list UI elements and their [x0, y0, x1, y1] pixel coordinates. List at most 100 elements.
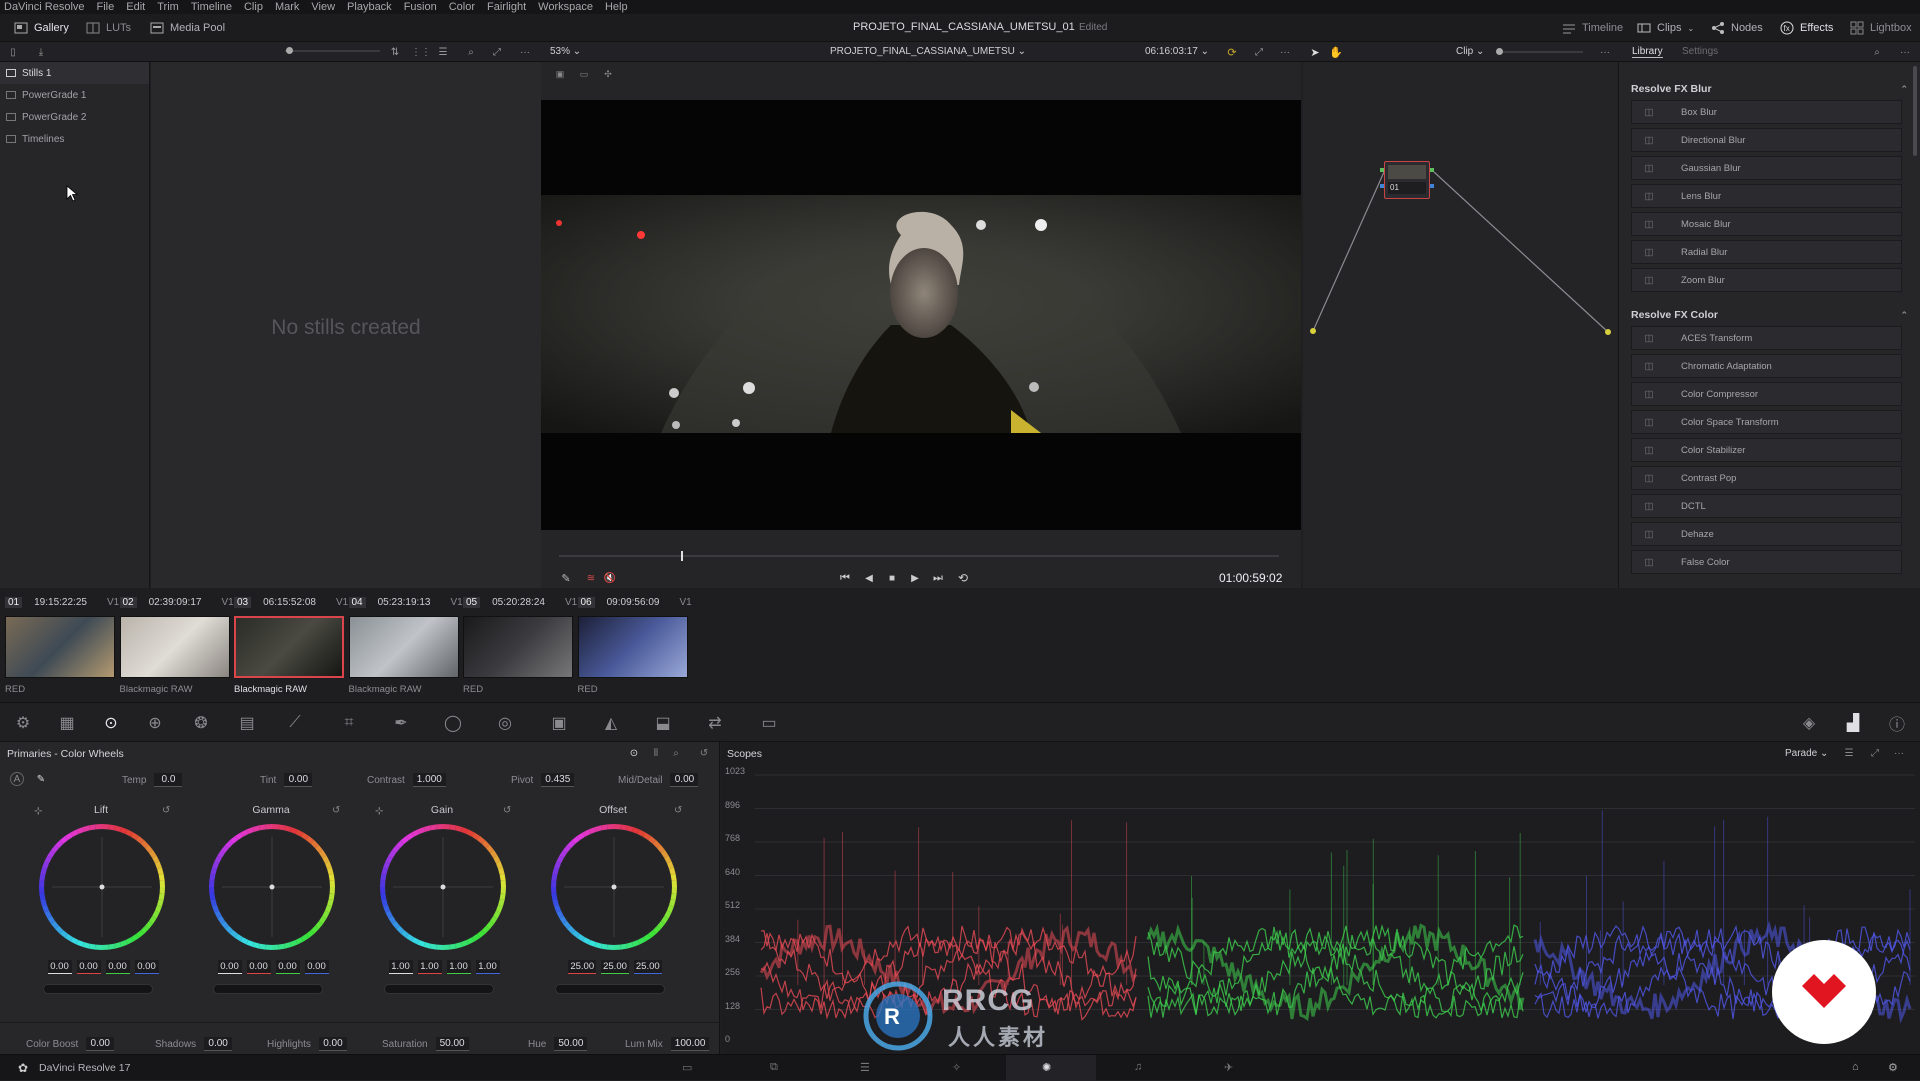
- node-zoom-handle[interactable]: [1496, 48, 1503, 55]
- clip-thumbnail[interactable]: [119, 616, 230, 678]
- edit-page-icon[interactable]: ☰: [860, 1061, 870, 1074]
- color-page-icon[interactable]: ✺: [1042, 1061, 1051, 1074]
- shadows-control[interactable]: Shadows 0.00: [155, 1037, 233, 1051]
- album-powergrade-2[interactable]: PowerGrade 2: [0, 106, 149, 128]
- tab-library[interactable]: Library: [1632, 46, 1663, 58]
- menu-edit[interactable]: Edit: [126, 1, 145, 13]
- scopes-toggle-icon[interactable]: ▟: [1840, 710, 1866, 736]
- effect-item[interactable]: ◫ Mosaic Blur: [1631, 212, 1902, 236]
- lift-b-value[interactable]: 0.00: [134, 960, 159, 974]
- hue-value[interactable]: 50.00: [554, 1037, 588, 1051]
- node-zoom-slider[interactable]: [1503, 51, 1583, 53]
- offset-master-jog[interactable]: [555, 984, 665, 994]
- camera-raw-icon[interactable]: ⚙: [10, 710, 36, 736]
- stop-icon[interactable]: ■: [884, 571, 900, 585]
- qualifier-icon[interactable]: ✒: [388, 710, 414, 736]
- gain-master-jog[interactable]: [384, 984, 494, 994]
- scope-expand-icon[interactable]: ⤢: [1869, 747, 1881, 759]
- gamma-b-value[interactable]: 0.00: [304, 960, 329, 974]
- hue-control[interactable]: Hue 50.00: [528, 1037, 588, 1051]
- source-input-dot[interactable]: [1310, 328, 1316, 334]
- lightbox-toggle[interactable]: Lightbox: [1850, 21, 1912, 35]
- gain-color-wheel[interactable]: [378, 822, 508, 952]
- gain-r-value[interactable]: 1.00: [417, 960, 442, 974]
- effect-item[interactable]: ◫ Zoom Blur: [1631, 268, 1902, 292]
- menu-timeline[interactable]: Timeline: [191, 1, 232, 13]
- effect-item[interactable]: ◫ Gaussian Blur: [1631, 156, 1902, 180]
- node-rgb-output[interactable]: [1430, 168, 1434, 172]
- middetail-value[interactable]: 0.00: [670, 773, 699, 787]
- offset-color-wheel[interactable]: [549, 822, 679, 952]
- offset-b-value[interactable]: 25.00: [633, 960, 662, 974]
- tracker-icon[interactable]: ◎: [492, 710, 518, 736]
- panel-toggle-icon[interactable]: ▯: [6, 45, 20, 59]
- viewer-mode-icon[interactable]: ▣: [553, 68, 567, 80]
- gallery-button[interactable]: Gallery: [14, 21, 69, 35]
- play-icon[interactable]: ▶: [907, 571, 923, 585]
- library-scrollbar[interactable]: [1913, 66, 1917, 156]
- gamma-g-value[interactable]: 0.00: [275, 960, 300, 974]
- gain-y-value[interactable]: 1.00: [388, 960, 413, 974]
- fullscreen-icon[interactable]: ⤢: [1252, 45, 1266, 59]
- motion-effects-icon[interactable]: ▤: [234, 710, 260, 736]
- effect-item[interactable]: ◫ Radial Blur: [1631, 240, 1902, 264]
- 3d-icon[interactable]: ▭: [756, 710, 782, 736]
- tab-settings[interactable]: Settings: [1682, 46, 1718, 57]
- menu-color[interactable]: Color: [449, 1, 475, 13]
- node-mode-selector[interactable]: Clip ⌄: [1456, 46, 1484, 57]
- reset-gamma-icon[interactable]: ↺: [332, 805, 340, 816]
- highlight-icon[interactable]: ✣: [601, 68, 615, 80]
- pivot-control[interactable]: Pivot 0.435: [511, 773, 575, 787]
- split-view-icon[interactable]: ▭: [577, 68, 591, 80]
- menu-playback[interactable]: Playback: [347, 1, 392, 13]
- settings-gear-icon[interactable]: ⚙: [1888, 1061, 1898, 1074]
- gamma-color-wheel[interactable]: [207, 822, 337, 952]
- lift-color-wheel[interactable]: [37, 822, 167, 952]
- effect-item[interactable]: ◫ Color Compressor: [1631, 382, 1902, 406]
- reset-offset-icon[interactable]: ↺: [674, 805, 682, 816]
- auto-balance-icon[interactable]: A: [10, 772, 24, 786]
- clip-thumbnail[interactable]: [348, 616, 459, 678]
- node-rgb-input[interactable]: [1380, 168, 1384, 172]
- effects-toggle[interactable]: fx Effects: [1780, 21, 1833, 35]
- video-viewer[interactable]: [541, 100, 1301, 530]
- sort-icon[interactable]: ⇅: [388, 45, 402, 59]
- gamma-y-value[interactable]: 0.00: [217, 960, 242, 974]
- cut-page-icon[interactable]: ⧉: [770, 1061, 778, 1074]
- menu-fusion[interactable]: Fusion: [404, 1, 437, 13]
- clip-thumbnail[interactable]: [5, 616, 115, 678]
- effect-item[interactable]: ◫ Dehaze: [1631, 522, 1902, 546]
- lift-r-value[interactable]: 0.00: [76, 960, 101, 974]
- rgb-mixer-icon[interactable]: ❂: [188, 710, 214, 736]
- contrast-control[interactable]: Contrast 1.000: [367, 773, 446, 787]
- clips-toggle[interactable]: Clips ⌄: [1637, 21, 1694, 35]
- output-dot[interactable]: [1605, 329, 1611, 335]
- loop-icon[interactable]: ⟲: [955, 571, 971, 585]
- color-boost-value[interactable]: 0.00: [86, 1037, 115, 1051]
- white-balance-picker-icon[interactable]: ✎: [34, 772, 48, 786]
- menu-workspace[interactable]: Workspace: [538, 1, 593, 13]
- color-boost-control[interactable]: Color Boost 0.00: [26, 1037, 115, 1051]
- log-mode-icon[interactable]: ⌕: [670, 747, 682, 759]
- node-editor[interactable]: 01: [1303, 62, 1618, 588]
- offset-g-value[interactable]: 25.00: [601, 960, 629, 974]
- search-icon[interactable]: ⌕: [464, 45, 478, 59]
- menu-app[interactable]: DaVinci Resolve: [4, 1, 85, 13]
- import-icon[interactable]: ⤓: [34, 45, 48, 59]
- highlights-value[interactable]: 0.00: [318, 1037, 347, 1051]
- clip-thumbnail[interactable]: [234, 616, 344, 678]
- scope-settings-icon[interactable]: ☰: [1843, 747, 1855, 759]
- luts-button[interactable]: LUTs: [86, 21, 131, 35]
- menu-fairlight[interactable]: Fairlight: [487, 1, 526, 13]
- timeline-toggle[interactable]: Timeline: [1562, 21, 1623, 35]
- menu-clip[interactable]: Clip: [244, 1, 263, 13]
- wheel-center-puck[interactable]: [440, 884, 446, 890]
- blur-tool-icon[interactable]: ◭: [598, 710, 624, 736]
- reset-all-icon[interactable]: ↺: [698, 747, 710, 759]
- skip-to-end-icon[interactable]: ⏭: [930, 571, 946, 585]
- menu-file[interactable]: File: [97, 1, 115, 13]
- effect-item[interactable]: ◫ Color Stabilizer: [1631, 438, 1902, 462]
- menu-help[interactable]: Help: [605, 1, 628, 13]
- more-options-icon[interactable]: ···: [518, 45, 532, 59]
- skip-to-start-icon[interactable]: ⏮: [837, 571, 853, 585]
